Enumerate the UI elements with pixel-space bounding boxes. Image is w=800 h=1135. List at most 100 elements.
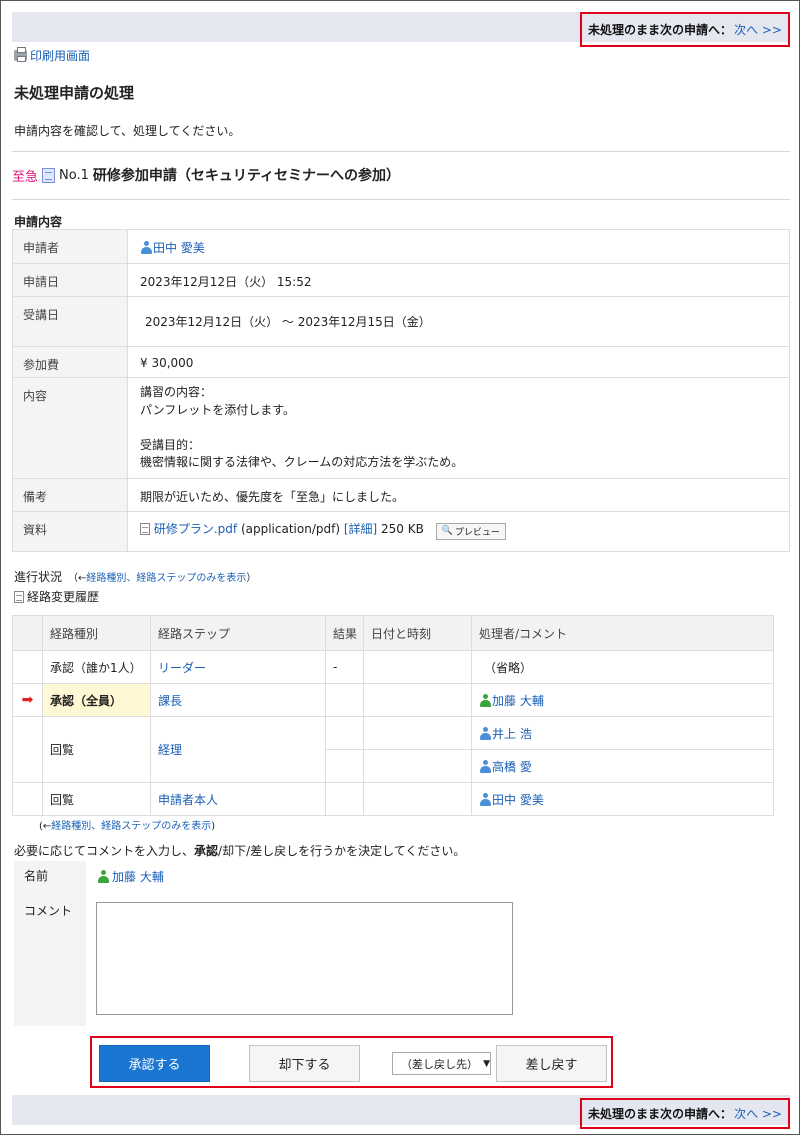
user-icon	[479, 759, 492, 773]
detail-row-course-date: 受講日 2023年12月12日（火） 〜 2023年12月15日（金）	[12, 296, 790, 347]
route-header-marker	[12, 615, 43, 651]
attachment-size: 250 KB	[381, 522, 424, 536]
attachment-detail-link[interactable]: [詳細]	[344, 522, 377, 536]
approve-button[interactable]: 承認する	[99, 1045, 210, 1082]
route-header: 経路ステップ	[150, 615, 326, 651]
next-request-link[interactable]: 次へ >>	[734, 21, 782, 38]
user-icon	[479, 792, 492, 806]
top-nav-bar: 未処理のまま次の申請へ： 次へ >>	[12, 12, 790, 47]
route-marker: ➡	[12, 683, 43, 717]
processor-name: 加藤 大輔	[97, 868, 164, 885]
request-number: No.1	[59, 167, 89, 183]
magnifier-icon: 🔍	[441, 526, 453, 536]
processor-link[interactable]: 田中 愛美	[492, 793, 544, 807]
next-request-box: 未処理のまま次の申請へ： 次へ >>	[580, 1098, 790, 1129]
preview-button[interactable]: 🔍 プレビュー	[435, 522, 506, 540]
route-datetime	[363, 782, 472, 816]
route-step: 課長	[150, 683, 326, 717]
route-processor: （省略）	[471, 650, 774, 684]
comment-label: コメント	[14, 891, 86, 1026]
detail-value: ¥ 30,000	[127, 346, 790, 378]
route-datetime	[363, 716, 472, 750]
print-view-label[interactable]: 印刷用画面	[30, 47, 90, 64]
processor-link[interactable]: 高橋 愛	[492, 760, 532, 774]
route-step: リーダー	[150, 650, 326, 684]
print-view-link[interactable]: 印刷用画面	[14, 47, 90, 64]
detail-label: 受講日	[12, 296, 128, 347]
bottom-nav-bar: 未処理のまま次の申請へ： 次へ >>	[12, 1095, 790, 1129]
route-step-link[interactable]: 経理	[158, 743, 182, 757]
route-processor: 加藤 大輔	[471, 683, 774, 717]
detail-value: 期限が近いため、優先度を「至急」にしました。	[127, 478, 790, 512]
decision-instruction-pre: 必要に応じてコメントを入力し、	[14, 844, 195, 858]
page-title: 未処理申請の処理	[14, 84, 135, 102]
reject-button[interactable]: 却下する	[249, 1045, 360, 1082]
history-icon	[14, 590, 24, 603]
route-step-link[interactable]: 課長	[158, 694, 182, 708]
route-row: 承認（誰か1人） リーダー - （省略）	[12, 650, 774, 684]
return-target-select[interactable]: （差し戻し先） ▼	[392, 1052, 491, 1075]
progress-header: 進行状況 （←経路種別、経路ステップのみを表示）	[14, 568, 256, 585]
bottom-filter: (←経路種別、経路ステップのみを表示)	[39, 817, 215, 832]
action-buttons-box: 承認する 却下する （差し戻し先） ▼ 差し戻す	[90, 1036, 613, 1088]
route-history-link[interactable]: 経路変更履歴	[14, 588, 99, 605]
route-marker	[12, 716, 43, 783]
route-type: 回覧	[42, 782, 151, 816]
details-section-label: 申請内容	[14, 215, 63, 229]
route-type: 承認（全員）	[42, 683, 151, 717]
detail-label: 申請者	[12, 229, 128, 264]
route-row-current: ➡ 承認（全員） 課長 加藤 大輔	[12, 683, 774, 717]
route-history-label[interactable]: 経路変更履歴	[27, 588, 99, 605]
route-result	[325, 716, 364, 750]
request-name: 研修参加申請（セキュリティセミナーへの参加）	[92, 168, 401, 184]
route-step-link[interactable]: 申請者本人	[158, 793, 218, 807]
route-result	[325, 683, 364, 717]
route-datetime	[363, 749, 472, 783]
route-type: 回覧	[42, 716, 151, 783]
route-step-link[interactable]: リーダー	[158, 661, 206, 675]
processor-link[interactable]: 井上 浩	[492, 727, 532, 741]
content-line: パンフレットを添付します。	[140, 402, 296, 417]
route-header: 経路種別	[42, 615, 151, 651]
route-header-row: 経路種別 経路ステップ 結果 日付と時刻 処理者/コメント	[12, 615, 774, 651]
route-processor: 井上 浩	[471, 716, 774, 750]
next-request-box: 未処理のまま次の申請へ： 次へ >>	[580, 12, 790, 47]
user-icon	[479, 726, 492, 740]
form-icon	[42, 167, 56, 183]
route-result	[325, 782, 364, 816]
filter-suffix: )	[211, 821, 216, 832]
filter-link[interactable]: 経路種別、経路ステップのみを表示	[86, 573, 246, 584]
processor-name-link[interactable]: 加藤 大輔	[112, 868, 164, 885]
content-line: 講習の内容：	[140, 385, 213, 399]
return-target-value: （差し戻し先）	[401, 1057, 478, 1071]
processor-link[interactable]: 加藤 大輔	[492, 694, 544, 708]
priority-badge: 至急	[12, 169, 39, 185]
progress-title: 進行状況	[14, 570, 63, 584]
comment-textarea[interactable]	[96, 902, 513, 1015]
route-marker	[12, 650, 43, 684]
route-step: 経理	[150, 716, 326, 783]
filter-prefix: (←	[39, 821, 52, 832]
route-row: 回覧 経理 井上 浩	[12, 716, 774, 783]
detail-row-remarks: 備考 期限が近いため、優先度を「至急」にしました。	[12, 478, 790, 512]
route-header: 日付と時刻	[363, 615, 472, 651]
applicant-link[interactable]: 田中 愛美	[153, 241, 205, 255]
route-header: 結果	[325, 615, 364, 651]
route-datetime	[363, 650, 472, 684]
divider	[12, 199, 790, 200]
detail-value: 2023年12月12日（火） 〜 2023年12月15日（金）	[127, 296, 790, 347]
route-marker	[12, 782, 43, 816]
user-icon	[479, 693, 492, 707]
attachment-link[interactable]: 研修プラン.pdf	[154, 522, 237, 536]
route-step: 申請者本人	[150, 782, 326, 816]
detail-value: 研修プラン.pdf (application/pdf) [詳細] 250 KB …	[127, 511, 790, 552]
user-icon	[140, 241, 153, 254]
detail-row-applicant: 申請者 田中 愛美	[12, 229, 790, 264]
return-button[interactable]: 差し戻す	[496, 1045, 607, 1082]
filter-link[interactable]: 経路種別、経路ステップのみを表示	[51, 821, 211, 832]
instruction-text: 申請内容を確認して、処理してください。	[14, 124, 241, 138]
printer-icon	[14, 47, 27, 62]
next-request-link[interactable]: 次へ >>	[734, 1105, 782, 1122]
dropdown-arrow-icon: ▼	[483, 1058, 490, 1069]
route-table: 経路種別 経路ステップ 結果 日付と時刻 処理者/コメント 承認（誰か1人） リ…	[12, 615, 774, 816]
